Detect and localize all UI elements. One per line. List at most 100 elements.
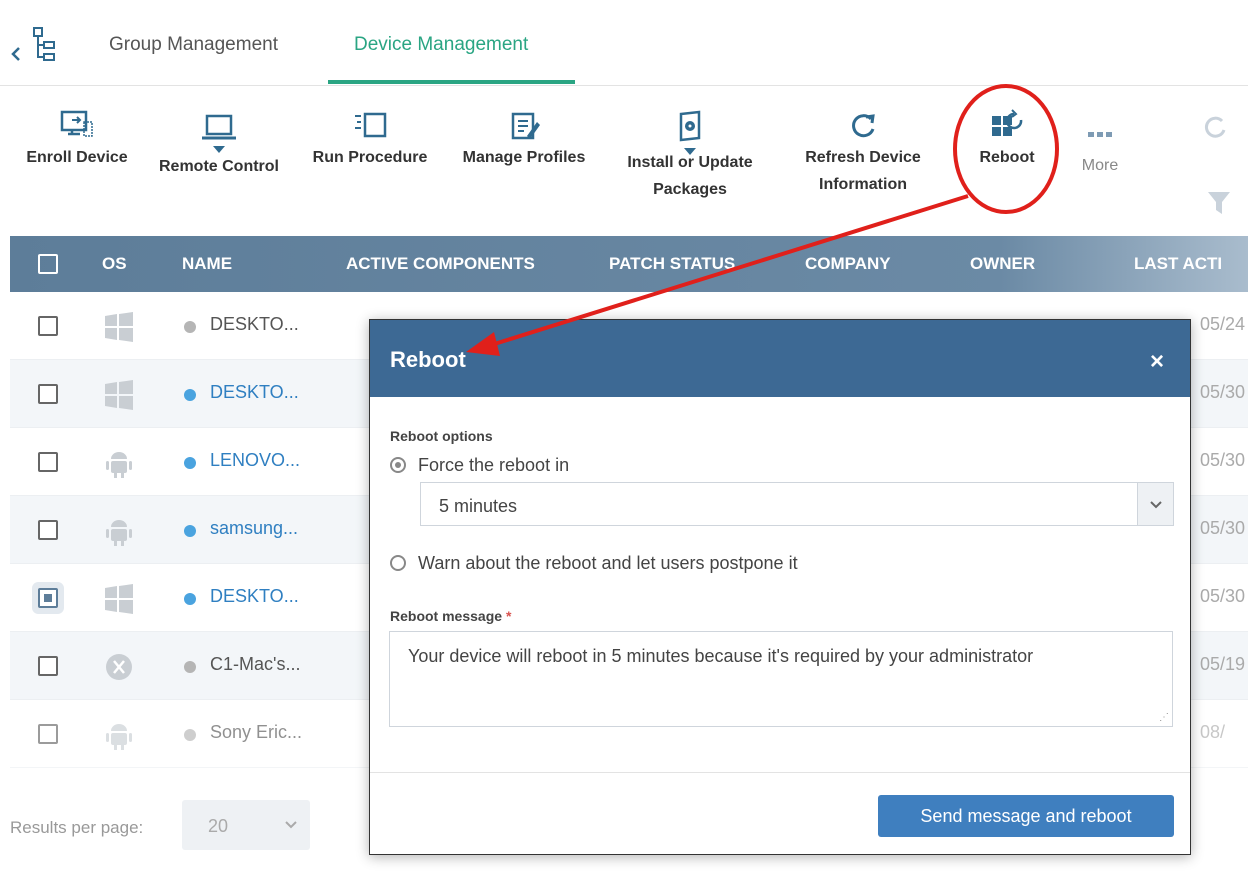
resize-grip-icon[interactable]: ⋰ (1159, 712, 1169, 723)
device-name[interactable]: Sony Eric... (210, 722, 302, 743)
tab-group-management[interactable]: Group Management (109, 34, 278, 56)
manage-profiles-label: Manage Profiles (462, 149, 586, 166)
required-mark: * (505, 608, 512, 624)
more-dots-icon (1088, 132, 1112, 137)
status-dot-online (184, 525, 196, 537)
column-patch-status[interactable]: PATCH STATUS (609, 254, 735, 274)
results-per-page-value: 20 (208, 816, 229, 836)
last-activity: 05/30 (1200, 518, 1246, 538)
mac-x-icon (106, 654, 132, 680)
reboot-delay-value: 5 minutes (439, 496, 518, 516)
column-last-activity[interactable]: LAST ACTI (1134, 254, 1222, 274)
install-update-label-2: Packages (653, 181, 727, 198)
enroll-device-button[interactable]: Enroll Device (18, 108, 136, 171)
run-procedure-icon (355, 112, 387, 138)
force-reboot-radio[interactable] (390, 457, 406, 473)
row-checkbox[interactable] (38, 384, 58, 404)
last-activity: 05/19 (1200, 654, 1246, 674)
android-icon (106, 452, 132, 478)
row-checkbox-partial[interactable] (38, 588, 58, 608)
enroll-device-label: Enroll Device (26, 149, 128, 166)
dialog-header: Reboot × (370, 320, 1190, 397)
reboot-options-label: Reboot options (390, 428, 493, 444)
package-icon (679, 110, 701, 142)
run-procedure-label: Run Procedure (312, 149, 428, 166)
filter-icon[interactable] (1204, 188, 1234, 218)
active-tab-indicator (328, 80, 575, 84)
enroll-device-icon (60, 110, 93, 137)
refresh-icon (852, 114, 875, 138)
reboot-message-textarea[interactable]: Your device will reboot in 5 minutes bec… (389, 631, 1173, 727)
refresh-device-information-button[interactable]: Refresh Device Information (792, 108, 934, 198)
run-procedure-button[interactable]: Run Procedure (304, 108, 436, 171)
more-label: More (1081, 157, 1119, 174)
last-activity: 05/30 (1200, 586, 1246, 606)
last-activity: 05/30 (1200, 382, 1246, 402)
device-name[interactable]: samsung... (210, 518, 298, 539)
install-update-label-1: Install or Update (627, 154, 753, 171)
reboot-message-text: Your device will reboot in 5 minutes bec… (408, 646, 1034, 666)
status-dot-online (184, 457, 196, 469)
android-icon (106, 520, 132, 546)
android-icon (106, 724, 132, 750)
close-icon[interactable]: × (1150, 348, 1164, 376)
select-dropdown-button[interactable] (1137, 483, 1173, 525)
chevron-down-icon (285, 821, 297, 829)
reboot-delay-select[interactable]: 5 minutes (420, 482, 1174, 526)
row-checkbox[interactable] (38, 316, 58, 336)
last-activity: 05/24 (1200, 314, 1246, 334)
toolbar: Enroll Device Remote Control Run Procedu… (0, 90, 1248, 232)
refresh-list-icon[interactable] (1198, 112, 1232, 142)
column-company[interactable]: COMPANY (805, 254, 891, 274)
table-header: OS NAME ACTIVE COMPONENTS PATCH STATUS C… (10, 236, 1248, 292)
reboot-icon (992, 109, 1023, 136)
warn-reboot-radio[interactable] (390, 555, 406, 571)
back-tree-icon[interactable] (10, 26, 60, 66)
tab-bar: Group Management Device Management (0, 0, 1248, 86)
laptop-icon (202, 114, 236, 140)
device-name[interactable]: DESKTO... (210, 586, 299, 607)
refresh-device-label-1: Refresh Device (805, 149, 921, 166)
dialog-title: Reboot (390, 347, 466, 372)
remote-control-button[interactable]: Remote Control (150, 112, 288, 180)
status-dot-online (184, 389, 196, 401)
reboot-dialog: Reboot × Reboot options Force the reboot… (369, 319, 1191, 855)
status-dot-offline (184, 321, 196, 333)
reboot-message-label-text: Reboot message (390, 608, 503, 624)
reboot-label: Reboot (979, 149, 1035, 166)
column-os[interactable]: OS (102, 254, 127, 274)
force-reboot-option[interactable]: Force the reboot in (390, 455, 569, 476)
device-name[interactable]: DESKTO... (210, 382, 299, 403)
warn-reboot-option[interactable]: Warn about the reboot and let users post… (390, 553, 798, 574)
column-active-components[interactable]: ACTIVE COMPONENTS (346, 254, 535, 274)
windows-icon (105, 380, 133, 410)
force-reboot-label: Force the reboot in (418, 455, 570, 475)
refresh-device-label-2: Information (819, 176, 907, 193)
windows-icon (105, 584, 133, 614)
device-name[interactable]: C1-Mac's... (210, 654, 300, 675)
remote-control-label: Remote Control (159, 158, 279, 175)
results-per-page-label: Results per page: (10, 818, 144, 837)
manage-profiles-button[interactable]: Manage Profiles (452, 108, 596, 171)
warn-reboot-label: Warn about the reboot and let users post… (418, 553, 798, 573)
send-message-and-reboot-button[interactable]: Send message and reboot (878, 795, 1174, 837)
column-name[interactable]: NAME (182, 254, 232, 274)
row-checkbox[interactable] (38, 724, 58, 744)
last-activity: 05/30 (1200, 450, 1246, 470)
column-owner[interactable]: OWNER (970, 254, 1035, 274)
manage-profiles-icon (511, 112, 540, 140)
windows-icon (105, 312, 133, 342)
install-update-packages-button[interactable]: Install or Update Packages (612, 108, 768, 203)
row-checkbox[interactable] (38, 452, 58, 472)
status-dot-online (184, 593, 196, 605)
device-name[interactable]: LENOVO... (210, 450, 300, 471)
last-activity: 08/ (1200, 722, 1226, 742)
select-all-checkbox[interactable] (38, 254, 58, 274)
reboot-button[interactable]: Reboot (962, 108, 1052, 171)
chevron-down-icon (213, 146, 225, 153)
device-name[interactable]: DESKTO... (210, 314, 299, 335)
tab-device-management[interactable]: Device Management (354, 34, 528, 56)
row-checkbox[interactable] (38, 520, 58, 540)
row-checkbox[interactable] (38, 656, 58, 676)
more-button[interactable]: More (1072, 124, 1128, 179)
